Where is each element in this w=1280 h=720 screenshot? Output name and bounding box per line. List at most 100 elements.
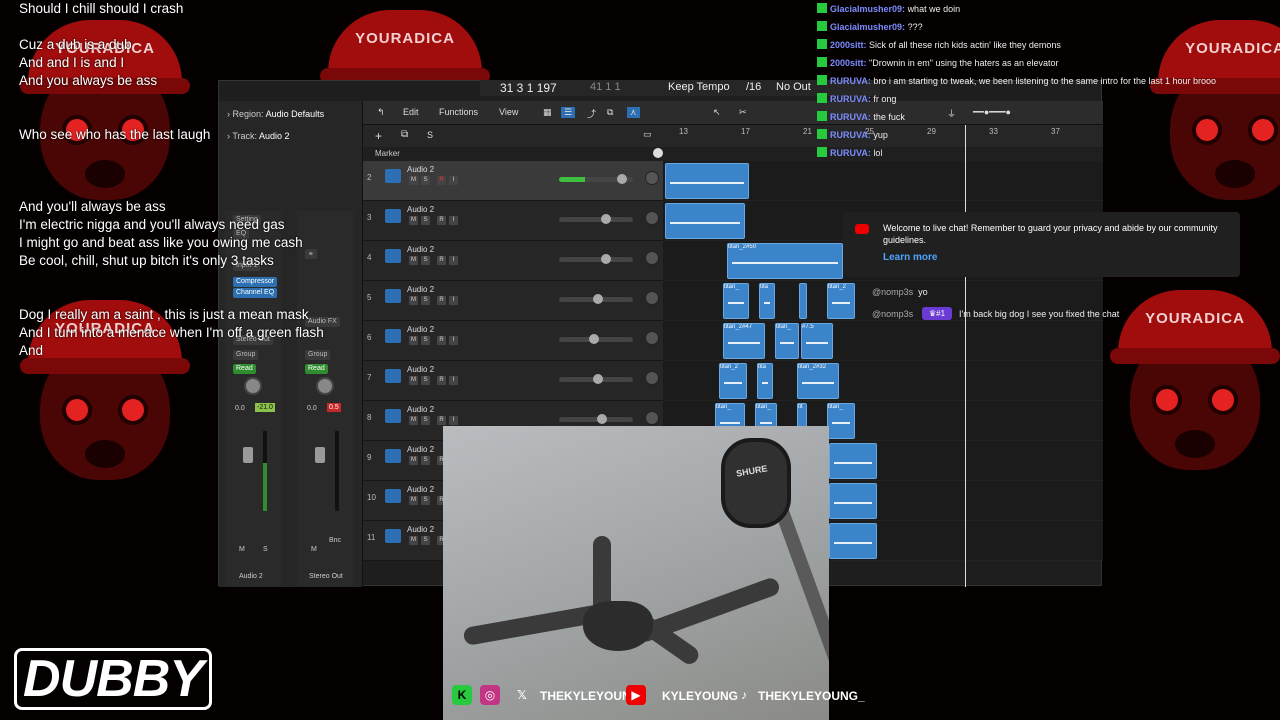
zoom-slider[interactable]: ━━●━━━●	[973, 107, 1011, 118]
audio-region[interactable]: titan_2	[719, 363, 747, 399]
solo-button[interactable]: S	[421, 216, 430, 225]
edit-menu[interactable]: Edit	[403, 107, 419, 117]
scissors-tool-icon[interactable]: ✂	[739, 107, 747, 118]
record-button[interactable]: R	[437, 176, 446, 185]
input-monitor-button[interactable]: I	[449, 416, 458, 425]
audio-region[interactable]	[665, 203, 745, 239]
solo-button[interactable]: S	[421, 336, 430, 345]
record-button[interactable]: R	[437, 296, 446, 305]
chat-username[interactable]: Glacialmusher09:	[830, 4, 905, 14]
track-name[interactable]: Audio 2	[407, 485, 434, 494]
learn-more-link[interactable]: Learn more	[883, 252, 937, 263]
pan-knob[interactable]	[244, 377, 262, 395]
mute-button[interactable]: M	[409, 296, 418, 305]
bounce-button[interactable]: Bnc	[329, 537, 341, 544]
tempo-mode[interactable]: Keep Tempo	[668, 81, 730, 93]
volume-knob[interactable]	[601, 254, 611, 264]
mute-button[interactable]: M	[409, 216, 418, 225]
division-display[interactable]: /16	[746, 81, 761, 93]
record-button[interactable]: R	[437, 376, 446, 385]
solo-button[interactable]: S	[421, 176, 430, 185]
pan-knob[interactable]	[645, 211, 659, 225]
audio-region[interactable]: tita	[759, 283, 775, 319]
record-button[interactable]: R	[437, 256, 446, 265]
input-monitor-button[interactable]: I	[449, 336, 458, 345]
mute-button[interactable]: M	[409, 336, 418, 345]
list-view-icon[interactable]: ☰	[561, 107, 576, 118]
solo-button[interactable]: S	[421, 456, 430, 465]
track-name[interactable]: Audio 2	[407, 245, 434, 254]
chat-username[interactable]: RURUVA:	[830, 94, 871, 104]
add-marker-icon[interactable]	[653, 148, 663, 158]
track-name[interactable]: Audio 2	[407, 325, 434, 334]
mute-button[interactable]: M	[409, 176, 418, 185]
pan-knob[interactable]	[645, 411, 659, 425]
automation-read[interactable]: Read	[233, 364, 256, 374]
audio-region[interactable]: titan_	[723, 283, 749, 319]
playhead[interactable]	[965, 125, 966, 587]
audio-region[interactable]: titan_2#47	[723, 323, 765, 359]
waveform-zoom-icon[interactable]: ⏚	[947, 107, 956, 120]
track-name[interactable]: Audio 2	[407, 405, 434, 414]
chat-username[interactable]: RURUVA:	[830, 148, 871, 158]
audio-region[interactable]: #7.5	[801, 323, 833, 359]
audio-region[interactable]	[829, 523, 877, 559]
record-button[interactable]: R	[437, 416, 446, 425]
s-button[interactable]: S	[427, 130, 433, 140]
volume-knob[interactable]	[593, 374, 603, 384]
track-name[interactable]: Audio 2	[407, 165, 434, 174]
volume-knob[interactable]	[601, 214, 611, 224]
chat-username[interactable]: 2000sitt:	[830, 40, 867, 50]
pan-knob[interactable]	[645, 371, 659, 385]
record-button[interactable]: R	[437, 216, 446, 225]
volume-knob[interactable]	[589, 334, 599, 344]
input-monitor-button[interactable]: I	[449, 296, 458, 305]
add-track-icon[interactable]: +	[375, 129, 382, 143]
track-header[interactable]: 5 Audio 2 MSRI	[363, 281, 663, 321]
duplicate-track-icon[interactable]: ⧉	[401, 129, 408, 140]
mute-button[interactable]: M	[409, 256, 418, 265]
pan-knob[interactable]	[645, 291, 659, 305]
flex-icon[interactable]: ⧉	[607, 107, 613, 118]
global-tracks-icon[interactable]: ▭	[643, 129, 652, 140]
volume-knob[interactable]	[597, 414, 607, 424]
volume-knob[interactable]	[593, 294, 603, 304]
pan-knob[interactable]	[316, 377, 334, 395]
mute-button[interactable]: M	[239, 546, 245, 553]
solo-button[interactable]: S	[421, 296, 430, 305]
chat-username[interactable]: RURUVA:	[830, 130, 871, 140]
audio-region[interactable]	[799, 283, 807, 319]
volume-slider[interactable]	[559, 257, 633, 262]
view-menu[interactable]: View	[499, 107, 518, 117]
track-name[interactable]: Audio 2	[407, 285, 434, 294]
record-button[interactable]: R	[437, 336, 446, 345]
functions-menu[interactable]: Functions	[439, 107, 478, 117]
mute-button[interactable]: M	[409, 496, 418, 505]
mute-button[interactable]: M	[409, 456, 418, 465]
output-display[interactable]: No Out	[776, 81, 811, 93]
mute-button[interactable]: M	[311, 546, 317, 553]
input-monitor-button[interactable]: I	[449, 256, 458, 265]
solo-button[interactable]: S	[421, 536, 430, 545]
track-name[interactable]: Audio 2	[407, 205, 434, 214]
solo-button[interactable]: S	[421, 256, 430, 265]
audio-region[interactable]: titan_2#32	[797, 363, 839, 399]
volume-knob[interactable]	[617, 174, 627, 184]
volume-fader[interactable]	[243, 447, 253, 463]
audio-region[interactable]: titan_	[827, 403, 855, 439]
pan-knob[interactable]	[645, 331, 659, 345]
solo-button[interactable]: S	[263, 546, 268, 553]
audio-region[interactable]	[665, 163, 749, 199]
audio-region[interactable]	[829, 483, 877, 519]
audio-region[interactable]: tita	[757, 363, 773, 399]
audio-region[interactable]: titan_2	[827, 283, 855, 319]
chat-username[interactable]: RURUVA:	[830, 112, 871, 122]
track-header[interactable]: 2 Audio 2 MSRI	[363, 161, 663, 201]
back-arrow-icon[interactable]: ↰	[377, 107, 385, 118]
chat-username[interactable]: 2000sitt:	[830, 58, 867, 68]
automation-read[interactable]: Read	[305, 364, 328, 374]
marker-track[interactable]: Marker	[363, 147, 1103, 161]
volume-slider[interactable]	[559, 217, 633, 222]
catch-icon[interactable]: ⤴	[587, 107, 596, 120]
track-header[interactable]: 3 Audio 2 MSRI	[363, 201, 663, 241]
